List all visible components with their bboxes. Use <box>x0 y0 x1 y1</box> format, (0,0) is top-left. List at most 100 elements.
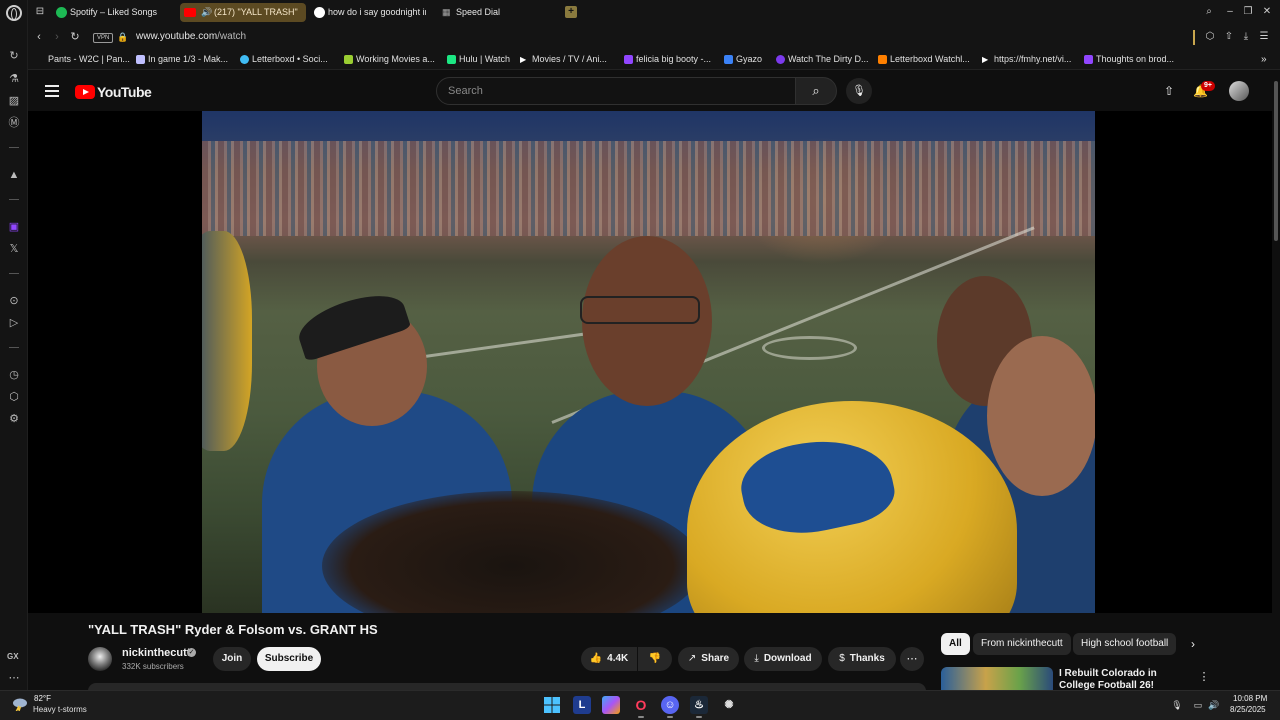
weather-temperature[interactable]: 82°F <box>34 694 51 703</box>
more-actions-icon[interactable]: ⋯ <box>900 647 924 671</box>
forward-icon[interactable]: › <box>51 31 63 43</box>
channel-avatar[interactable] <box>88 647 112 671</box>
chatgpt-icon[interactable]: ✺ <box>720 696 738 714</box>
close-icon[interactable]: ✕ <box>1261 6 1273 18</box>
player-icon[interactable]: ⊙ <box>7 294 21 308</box>
like-count: 4.4K <box>607 653 629 664</box>
hamburger-menu-icon[interactable] <box>45 85 59 97</box>
volume-icon[interactable]: 🔊 <box>1208 699 1220 711</box>
letterboxd-l-app-icon[interactable]: L <box>573 696 591 714</box>
chip-high-school-football[interactable]: High school football <box>1073 633 1177 655</box>
clock-date[interactable]: 8/25/2025 <box>1230 705 1266 714</box>
network-icon[interactable]: ▭ <box>1192 699 1204 711</box>
video-frame[interactable] <box>202 111 1095 613</box>
speed-dial-icon[interactable]: ↻ <box>7 49 21 63</box>
copilot-icon[interactable] <box>602 696 620 714</box>
download-button[interactable]: ⤓ Download <box>744 647 822 671</box>
discord-icon[interactable]: ☺ <box>661 696 679 718</box>
download-icon[interactable]: ⤓ <box>1240 31 1252 43</box>
weather-storm-icon[interactable] <box>12 697 28 713</box>
share-button[interactable]: ↗ Share <box>678 647 739 671</box>
account-avatar[interactable] <box>1229 81 1249 101</box>
tab-spotify[interactable]: Spotify – Liked Songs <box>52 3 176 22</box>
restore-icon[interactable]: ❐ <box>1242 6 1254 18</box>
reload-icon[interactable]: ↻ <box>69 31 81 43</box>
like-button[interactable]: 👍 4.4K <box>581 647 637 671</box>
subscribe-button[interactable]: Subscribe <box>257 647 321 671</box>
google-icon <box>314 7 325 18</box>
scrollbar-thumb[interactable] <box>1274 81 1278 241</box>
upload-icon[interactable]: ⇧ <box>1162 84 1176 98</box>
tab-menu-icon[interactable]: ⊟ <box>34 6 46 18</box>
tab-google[interactable]: how do i say goodnight in <box>310 3 426 22</box>
weather-description[interactable]: Heavy t-storms <box>33 705 87 714</box>
opera-gx-icon[interactable]: O <box>632 696 650 718</box>
channel-name[interactable]: nickinthecutt <box>122 647 190 659</box>
chevron-right-icon[interactable]: › <box>1186 637 1200 651</box>
tab-youtube-active[interactable]: 🔊 (217) "YALL TRASH" <box>180 3 306 22</box>
thanks-button[interactable]: $ Thanks <box>828 647 896 671</box>
easy-setup-icon[interactable]: ▨ <box>7 94 21 108</box>
bookmark-item[interactable]: Working Movies a... <box>344 54 435 64</box>
voice-search-button[interactable]: 🎙 <box>846 78 872 104</box>
chip-all[interactable]: All <box>941 633 970 655</box>
video-player[interactable] <box>28 111 1272 613</box>
bookmark-item[interactable]: Letterboxd • Soci... <box>240 54 328 64</box>
x-twitter-icon[interactable]: 𝕏 <box>7 242 21 256</box>
bookmark-item[interactable]: ▶ https://fmhy.net/vi... <box>982 54 1071 64</box>
spotify-icon <box>56 7 67 18</box>
letterboxd-icon <box>240 55 249 64</box>
windows-start-icon[interactable] <box>543 696 561 714</box>
extensions-cube-icon[interactable]: ⬡ <box>1204 31 1216 43</box>
back-icon[interactable]: ‹ <box>33 31 45 43</box>
bookmarks-bar: Pants - W2C | Pan... In game 1/3 - Mak..… <box>28 50 1280 70</box>
send-icon[interactable]: ▷ <box>7 316 21 330</box>
recommendation-menu-icon[interactable]: ⋮ <box>1198 670 1210 684</box>
aria-ai-icon[interactable]: ▲ <box>7 168 21 182</box>
new-tab-plus-icon[interactable]: + <box>565 6 577 18</box>
microphone-tray-icon[interactable]: 🎙 <box>1171 699 1183 711</box>
easy-menu-icon[interactable]: ☰ <box>1258 31 1270 43</box>
join-button[interactable]: Join <box>213 647 251 671</box>
bookmark-item[interactable]: Letterboxd Watchl... <box>878 54 970 64</box>
bookmark-item[interactable]: Thoughts on brod... <box>1084 54 1174 64</box>
bookmark-item[interactable]: Pants - W2C | Pan... <box>36 54 130 64</box>
settings-gear-icon[interactable]: ⚙ <box>7 412 21 426</box>
tab-speed-dial[interactable]: ▦ Speed Dial <box>438 3 538 22</box>
youtube-logo[interactable]: YouTube <box>75 84 152 100</box>
url-path: /watch <box>217 31 247 42</box>
recommended-video-title[interactable]: I Rebuilt Colorado in College Football 2… <box>1059 668 1189 690</box>
url-field[interactable]: www.youtube.com/watch <box>136 31 246 42</box>
taskbar: 82°F Heavy t-storms L O ☺ ♨ ✺ 🎙 ▭ 🔊 10:0… <box>0 690 1280 720</box>
vpn-badge[interactable]: VPN <box>93 33 114 43</box>
snapshot-icon[interactable]: ⇧ <box>1223 31 1235 43</box>
bookmarks-overflow-icon[interactable]: » <box>1261 54 1267 65</box>
steam-icon[interactable]: ♨ <box>690 696 708 718</box>
opera-logo-icon[interactable] <box>6 5 22 21</box>
lock-icon[interactable]: 🔒 <box>117 31 129 43</box>
chip-from-channel[interactable]: From nickinthecutt <box>973 633 1071 655</box>
gx-label[interactable]: GX <box>7 652 19 661</box>
bookmark-item[interactable]: In game 1/3 - Mak... <box>136 54 228 64</box>
bookmark-item[interactable]: Hulu | Watch <box>447 54 510 64</box>
twitch-icon[interactable]: ▣ <box>7 220 21 234</box>
search-button[interactable]: ⌕ <box>795 77 837 105</box>
clock-time[interactable]: 10:08 PM <box>1233 694 1267 703</box>
search-input[interactable]: Search <box>436 77 796 105</box>
bookmark-item[interactable]: ▶ Movies / TV / Ani... <box>520 54 607 64</box>
bookmark-item[interactable]: Gyazo <box>724 54 762 64</box>
bookmark-item[interactable]: felicia big booty -... <box>624 54 711 64</box>
more-dots-icon[interactable]: ⋯ <box>7 671 21 685</box>
page-scrollbar[interactable] <box>1272 71 1280 690</box>
extensions-icon[interactable]: ⬡ <box>7 390 21 404</box>
recommended-video-thumbnail[interactable] <box>941 667 1053 692</box>
bookmark-item[interactable]: Watch The Dirty D... <box>776 54 869 64</box>
dislike-button[interactable]: 👎 <box>638 647 672 671</box>
speaker-icon[interactable]: 🔊 <box>201 3 212 22</box>
aria-icon[interactable]: ⚗ <box>7 72 21 86</box>
minimize-icon[interactable]: – <box>1224 6 1236 18</box>
history-icon[interactable]: ◷ <box>7 368 21 382</box>
search-tabs-icon[interactable]: ⌕ <box>1203 6 1215 18</box>
messenger-icon[interactable]: Ⓜ <box>7 116 21 130</box>
screen: ↻ ⚗ ▨ Ⓜ ▲ ▣ 𝕏 ⊙ ▷ ◷ ⬡ ⚙ GX ⋯ ⊟ Spotify –… <box>0 0 1280 720</box>
